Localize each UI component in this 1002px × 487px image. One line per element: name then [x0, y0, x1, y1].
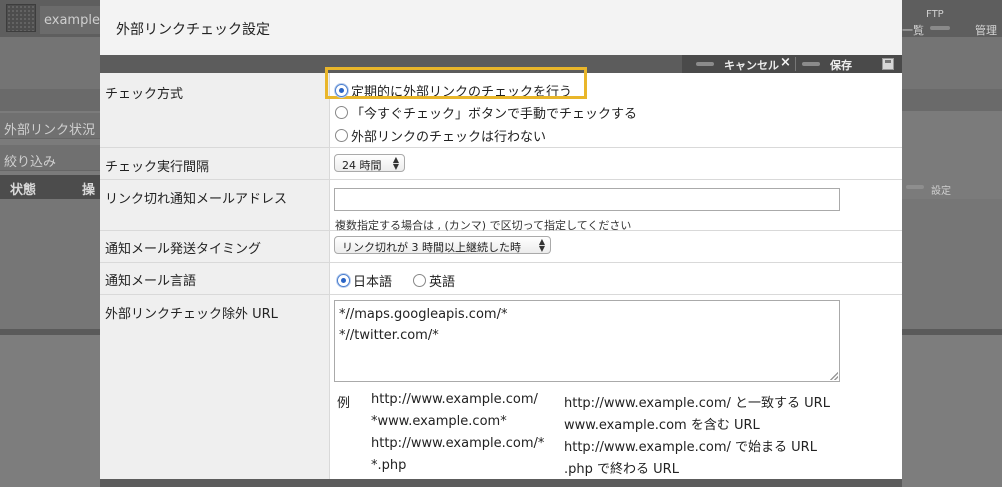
row-notify-email: リンク切れ通知メールアドレス 複数指定する場合は , (カンマ) で区切って指定…: [100, 180, 902, 232]
notify-language-label: 通知メール言語: [100, 263, 330, 294]
example-description: .php で終わる URL: [564, 462, 679, 477]
example-label: 例: [337, 396, 351, 411]
settings-button[interactable]: 設定: [931, 182, 951, 197]
radio-label-japanese: 日本語: [353, 275, 393, 290]
interval-select[interactable]: 24 時間 ▲ ▼: [334, 154, 405, 172]
external-link-check-dialog: 外部リンクチェック設定 キャンセル × 保存 チェック方式 定期的に外部リンクの…: [100, 0, 902, 487]
notify-email-input[interactable]: [334, 188, 840, 211]
toolbar-divider: [795, 57, 796, 71]
table-header: 状態 操作: [0, 175, 100, 217]
example-pattern: http://www.example.com/*: [371, 436, 545, 451]
select-arrows-icon: ▲ ▼: [392, 155, 399, 171]
disk-icon: [882, 58, 894, 70]
radio-label-manual: 「今すぐチェック」ボタンで手動でチェックする: [351, 107, 638, 122]
dialog-bottom-bar: [100, 479, 902, 487]
row-interval: チェック実行間隔 24 時間 ▲ ▼: [100, 148, 902, 180]
resize-handle-icon[interactable]: [830, 372, 838, 380]
notify-timing-value: リンク切れが 3 時間以上継続した時: [342, 241, 521, 254]
example-description: www.example.com を含む URL: [564, 418, 760, 433]
notify-timing-label: 通知メール発送タイミング: [100, 231, 330, 262]
radio-unchecked-icon[interactable]: [335, 129, 348, 142]
example-pattern: *www.example.com*: [371, 414, 507, 429]
settings-pill-icon: [906, 185, 924, 189]
save-button[interactable]: 保存: [800, 55, 900, 73]
exclude-url-line: *//maps.googleapis.com/*: [339, 307, 508, 322]
radio-option-none[interactable]: 外部リンクのチェックは行わない: [335, 126, 546, 145]
nav-list[interactable]: 一覧: [902, 22, 924, 38]
check-method-label: チェック方式: [100, 73, 330, 147]
sidebar-item-filter[interactable]: 絞り込み: [0, 145, 100, 171]
radio-checked-icon[interactable]: [335, 84, 348, 97]
row-notify-language: 通知メール言語 日本語 英語: [100, 263, 902, 295]
app-logo-icon: [6, 4, 36, 32]
exclude-urls-label: 外部リンクチェック除外 URL: [100, 295, 330, 479]
check-method-options: 定期的に外部リンクのチェックを行う 「今すぐチェック」ボタンで手動でチェックする…: [325, 67, 902, 147]
nav-ftp-indicator: [930, 26, 950, 30]
dialog-title: 外部リンクチェック設定: [116, 22, 270, 38]
nav-admin[interactable]: 管理: [975, 22, 997, 38]
row-check-method: チェック方式 定期的に外部リンクのチェックを行う 「今すぐチェック」ボタンで手動…: [100, 67, 902, 148]
sidebar-item-link-status[interactable]: 外部リンク状況: [0, 113, 100, 139]
radio-checked-icon[interactable]: [337, 274, 350, 287]
table-header-status: 状態: [10, 183, 37, 198]
cancel-pill-icon: [696, 62, 714, 66]
radio-unchecked-icon[interactable]: [335, 106, 348, 119]
radio-option-english[interactable]: 英語: [413, 271, 455, 290]
focus-highlight: [325, 67, 587, 99]
example-description: http://www.example.com/ で始まる URL: [564, 440, 817, 455]
exclude-urls-textarea[interactable]: *//maps.googleapis.com/* *//twitter.com/…: [334, 300, 840, 382]
radio-option-manual[interactable]: 「今すぐチェック」ボタンで手動でチェックする: [335, 103, 637, 122]
nav-ftp[interactable]: FTP: [926, 9, 944, 20]
radio-label-none: 外部リンクのチェックは行わない: [351, 130, 547, 145]
close-icon[interactable]: ×: [780, 55, 791, 70]
row-notify-timing: 通知メール発送タイミング リンク切れが 3 時間以上継続した時 ▲ ▼: [100, 231, 902, 263]
example-pattern: http://www.example.com/: [371, 392, 538, 407]
example-description: http://www.example.com/ と一致する URL: [564, 396, 830, 411]
radio-unchecked-icon[interactable]: [413, 274, 426, 287]
exclude-url-line: *//twitter.com/*: [339, 328, 439, 343]
save-pill-icon: [802, 62, 820, 66]
notify-timing-select[interactable]: リンク切れが 3 時間以上継続した時 ▲ ▼: [334, 236, 551, 254]
interval-value: 24 時間: [342, 159, 382, 172]
cancel-label: キャンセル: [724, 59, 779, 72]
example-pattern: *.php: [371, 458, 407, 473]
notify-email-label: リンク切れ通知メールアドレス: [100, 180, 330, 230]
toolbar-button-group: キャンセル × 保存: [682, 55, 902, 73]
radio-option-japanese[interactable]: 日本語: [337, 271, 392, 290]
radio-option-periodic[interactable]: 定期的に外部リンクのチェックを行う: [325, 67, 587, 100]
radio-label-english: 英語: [429, 275, 456, 290]
dialog-header: 外部リンクチェック設定: [100, 0, 902, 55]
save-label: 保存: [830, 59, 852, 72]
row-exclude-urls: 外部リンクチェック除外 URL *//maps.googleapis.com/*…: [100, 295, 902, 479]
select-arrows-icon: ▲ ▼: [538, 237, 545, 253]
interval-label: チェック実行間隔: [100, 148, 330, 179]
cancel-button[interactable]: キャンセル ×: [692, 55, 792, 73]
